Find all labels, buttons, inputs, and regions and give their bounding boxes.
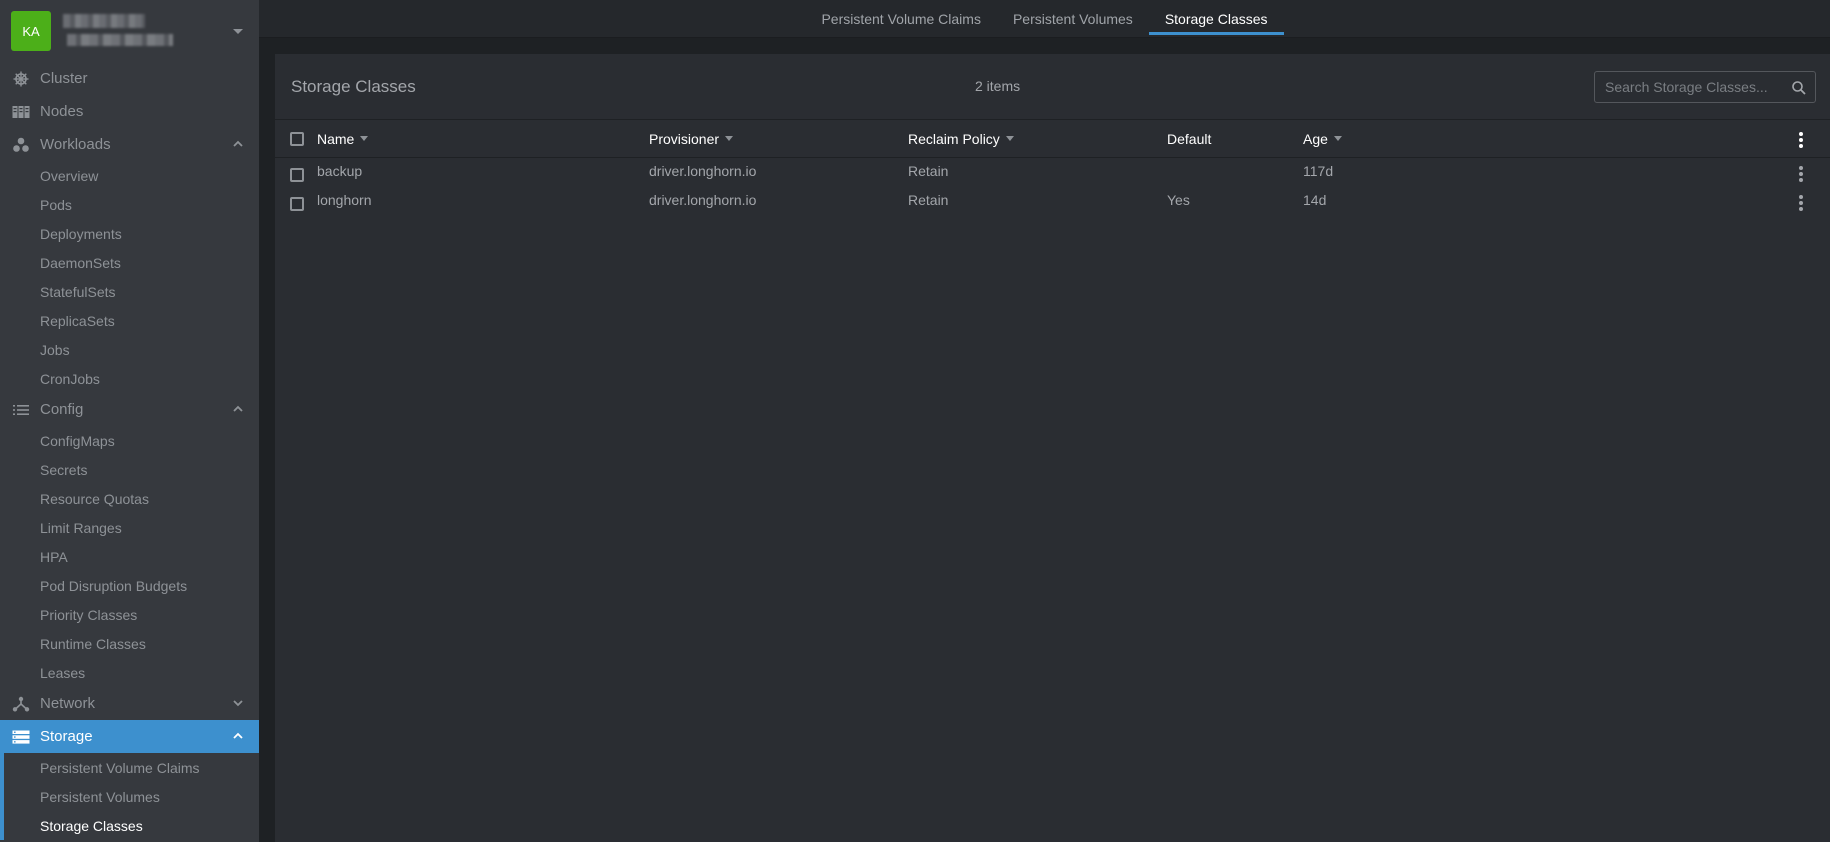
cell-name: longhorn [317, 192, 372, 208]
select-all-checkbox[interactable] [290, 131, 304, 146]
page-title: Storage Classes [291, 76, 416, 96]
workloads-icon [12, 136, 30, 154]
cell-default: Yes [1167, 192, 1190, 208]
cell-reclaim-policy: Retain [908, 163, 949, 179]
sidebar-item-pod-disruption-budgets[interactable]: Pod Disruption Budgets [0, 571, 259, 600]
sidebar-item-daemonsets[interactable]: DaemonSets [0, 248, 259, 277]
column-header-reclaim-policy[interactable]: Reclaim Policy [908, 131, 1014, 147]
storage-classes-panel: Storage Classes 2 items Name Provisioner… [275, 54, 1830, 842]
search-icon[interactable] [1791, 80, 1807, 96]
column-label: Reclaim Policy [908, 130, 1000, 147]
tab-persistent-volumes[interactable]: Persistent Volumes [997, 0, 1149, 37]
cell-name: backup [317, 163, 363, 179]
column-header-default[interactable]: Default [1167, 131, 1211, 147]
network-icon [12, 695, 30, 713]
chevron-up-icon[interactable] [231, 137, 245, 151]
column-menu-icon[interactable] [1799, 132, 1803, 148]
sidebar-item-storage-classes[interactable]: Storage Classes [0, 811, 259, 840]
sort-caret-icon [725, 136, 734, 141]
sidebar-item-configmaps[interactable]: ConfigMaps [0, 426, 259, 455]
column-header-provisioner[interactable]: Provisioner [649, 130, 734, 147]
column-header-name[interactable]: Name [317, 130, 369, 147]
sidebar-item-replicasets[interactable]: ReplicaSets [0, 306, 259, 335]
sidebar-item-deployments[interactable]: Deployments [0, 219, 259, 248]
items-count: 2 items [975, 78, 1021, 94]
sidebar-item-limit-ranges[interactable]: Limit Ranges [0, 513, 259, 542]
sidebar-item-runtime-classes[interactable]: Runtime Classes [0, 629, 259, 658]
cell-provisioner: driver.longhorn.io [649, 163, 757, 179]
sidebar-item-cronjobs[interactable]: CronJobs [0, 364, 259, 393]
panel-header: Storage Classes 2 items [275, 54, 1830, 120]
sidebar-item-config[interactable]: Config [0, 393, 259, 426]
sort-caret-icon [1005, 136, 1014, 141]
cell-reclaim-policy: Retain [908, 192, 949, 208]
search-input[interactable] [1605, 79, 1781, 95]
sort-caret-icon [360, 136, 369, 141]
sidebar-item-label: Storage [40, 728, 93, 745]
sidebar-item-label: Cluster [40, 70, 88, 87]
cluster-avatar[interactable]: KA [11, 11, 51, 51]
chevron-up-icon[interactable] [231, 402, 245, 416]
sidebar-item-jobs[interactable]: Jobs [0, 335, 259, 364]
sort-caret-icon [1333, 136, 1342, 141]
sidebar-item-label: Config [40, 401, 84, 418]
tab-bar: Persistent Volume Claims Persistent Volu… [259, 0, 1830, 38]
sidebar-item-workloads[interactable]: Workloads [0, 128, 259, 161]
helm-wheel-icon [12, 70, 30, 88]
nodes-icon [12, 103, 30, 121]
main-area: Persistent Volume Claims Persistent Volu… [259, 0, 1830, 842]
row-checkbox[interactable] [290, 168, 304, 182]
cluster-header[interactable]: KA [0, 0, 259, 62]
sidebar-item-leases[interactable]: Leases [0, 658, 259, 687]
cell-age: 14d [1303, 192, 1327, 208]
cell-provisioner: driver.longhorn.io [649, 192, 757, 208]
search-box[interactable] [1594, 71, 1816, 103]
column-label: Name [317, 130, 355, 147]
table-row[interactable]: backup driver.longhorn.io Retain 117d [275, 158, 1830, 191]
sidebar-item-label: Nodes [40, 103, 84, 120]
column-label: Default [1167, 130, 1212, 147]
sidebar: KA Cluster Nodes Workloads Overview Pods… [0, 0, 259, 842]
tab-storage-classes[interactable]: Storage Classes [1148, 0, 1284, 37]
chevron-up-icon[interactable] [231, 729, 245, 743]
tab-persistent-volume-claims[interactable]: Persistent Volume Claims [805, 0, 997, 37]
sidebar-item-nodes[interactable]: Nodes [0, 95, 259, 128]
table-row[interactable]: longhorn driver.longhorn.io Retain Yes 1… [275, 191, 1830, 224]
chevron-down-icon[interactable] [231, 696, 245, 710]
sidebar-item-resource-quotas[interactable]: Resource Quotas [0, 484, 259, 513]
cell-age: 117d [1303, 163, 1334, 179]
sidebar-item-hpa[interactable]: HPA [0, 542, 259, 571]
column-label: Provisioner [649, 130, 720, 147]
storage-icon [12, 728, 30, 746]
row-menu-icon[interactable] [1799, 195, 1803, 211]
list-icon [12, 401, 30, 419]
sidebar-item-overview[interactable]: Overview [0, 161, 259, 190]
sidebar-item-priority-classes[interactable]: Priority Classes [0, 600, 259, 629]
row-menu-icon[interactable] [1799, 166, 1803, 182]
sidebar-item-cluster[interactable]: Cluster [0, 62, 259, 95]
sidebar-item-network[interactable]: Network [0, 687, 259, 720]
cluster-menu-caret-icon[interactable] [233, 29, 243, 34]
sidebar-item-persistent-volumes[interactable]: Persistent Volumes [0, 782, 259, 811]
sidebar-item-persistent-volume-claims[interactable]: Persistent Volume Claims [0, 753, 259, 782]
storage-subnav: Persistent Volume Claims Persistent Volu… [0, 753, 259, 840]
sidebar-item-label: Workloads [40, 136, 111, 153]
column-header-age[interactable]: Age [1303, 131, 1342, 147]
sidebar-item-storage[interactable]: Storage [0, 720, 259, 753]
table-header: Name Provisioner Reclaim Policy Default … [275, 120, 1830, 158]
sidebar-item-secrets[interactable]: Secrets [0, 455, 259, 484]
sidebar-item-label: Network [40, 695, 96, 712]
sidebar-item-pods[interactable]: Pods [0, 190, 259, 219]
row-checkbox[interactable] [290, 197, 304, 211]
sidebar-item-statefulsets[interactable]: StatefulSets [0, 277, 259, 306]
cluster-name-redacted [63, 12, 173, 50]
column-label: Age [1303, 130, 1328, 147]
